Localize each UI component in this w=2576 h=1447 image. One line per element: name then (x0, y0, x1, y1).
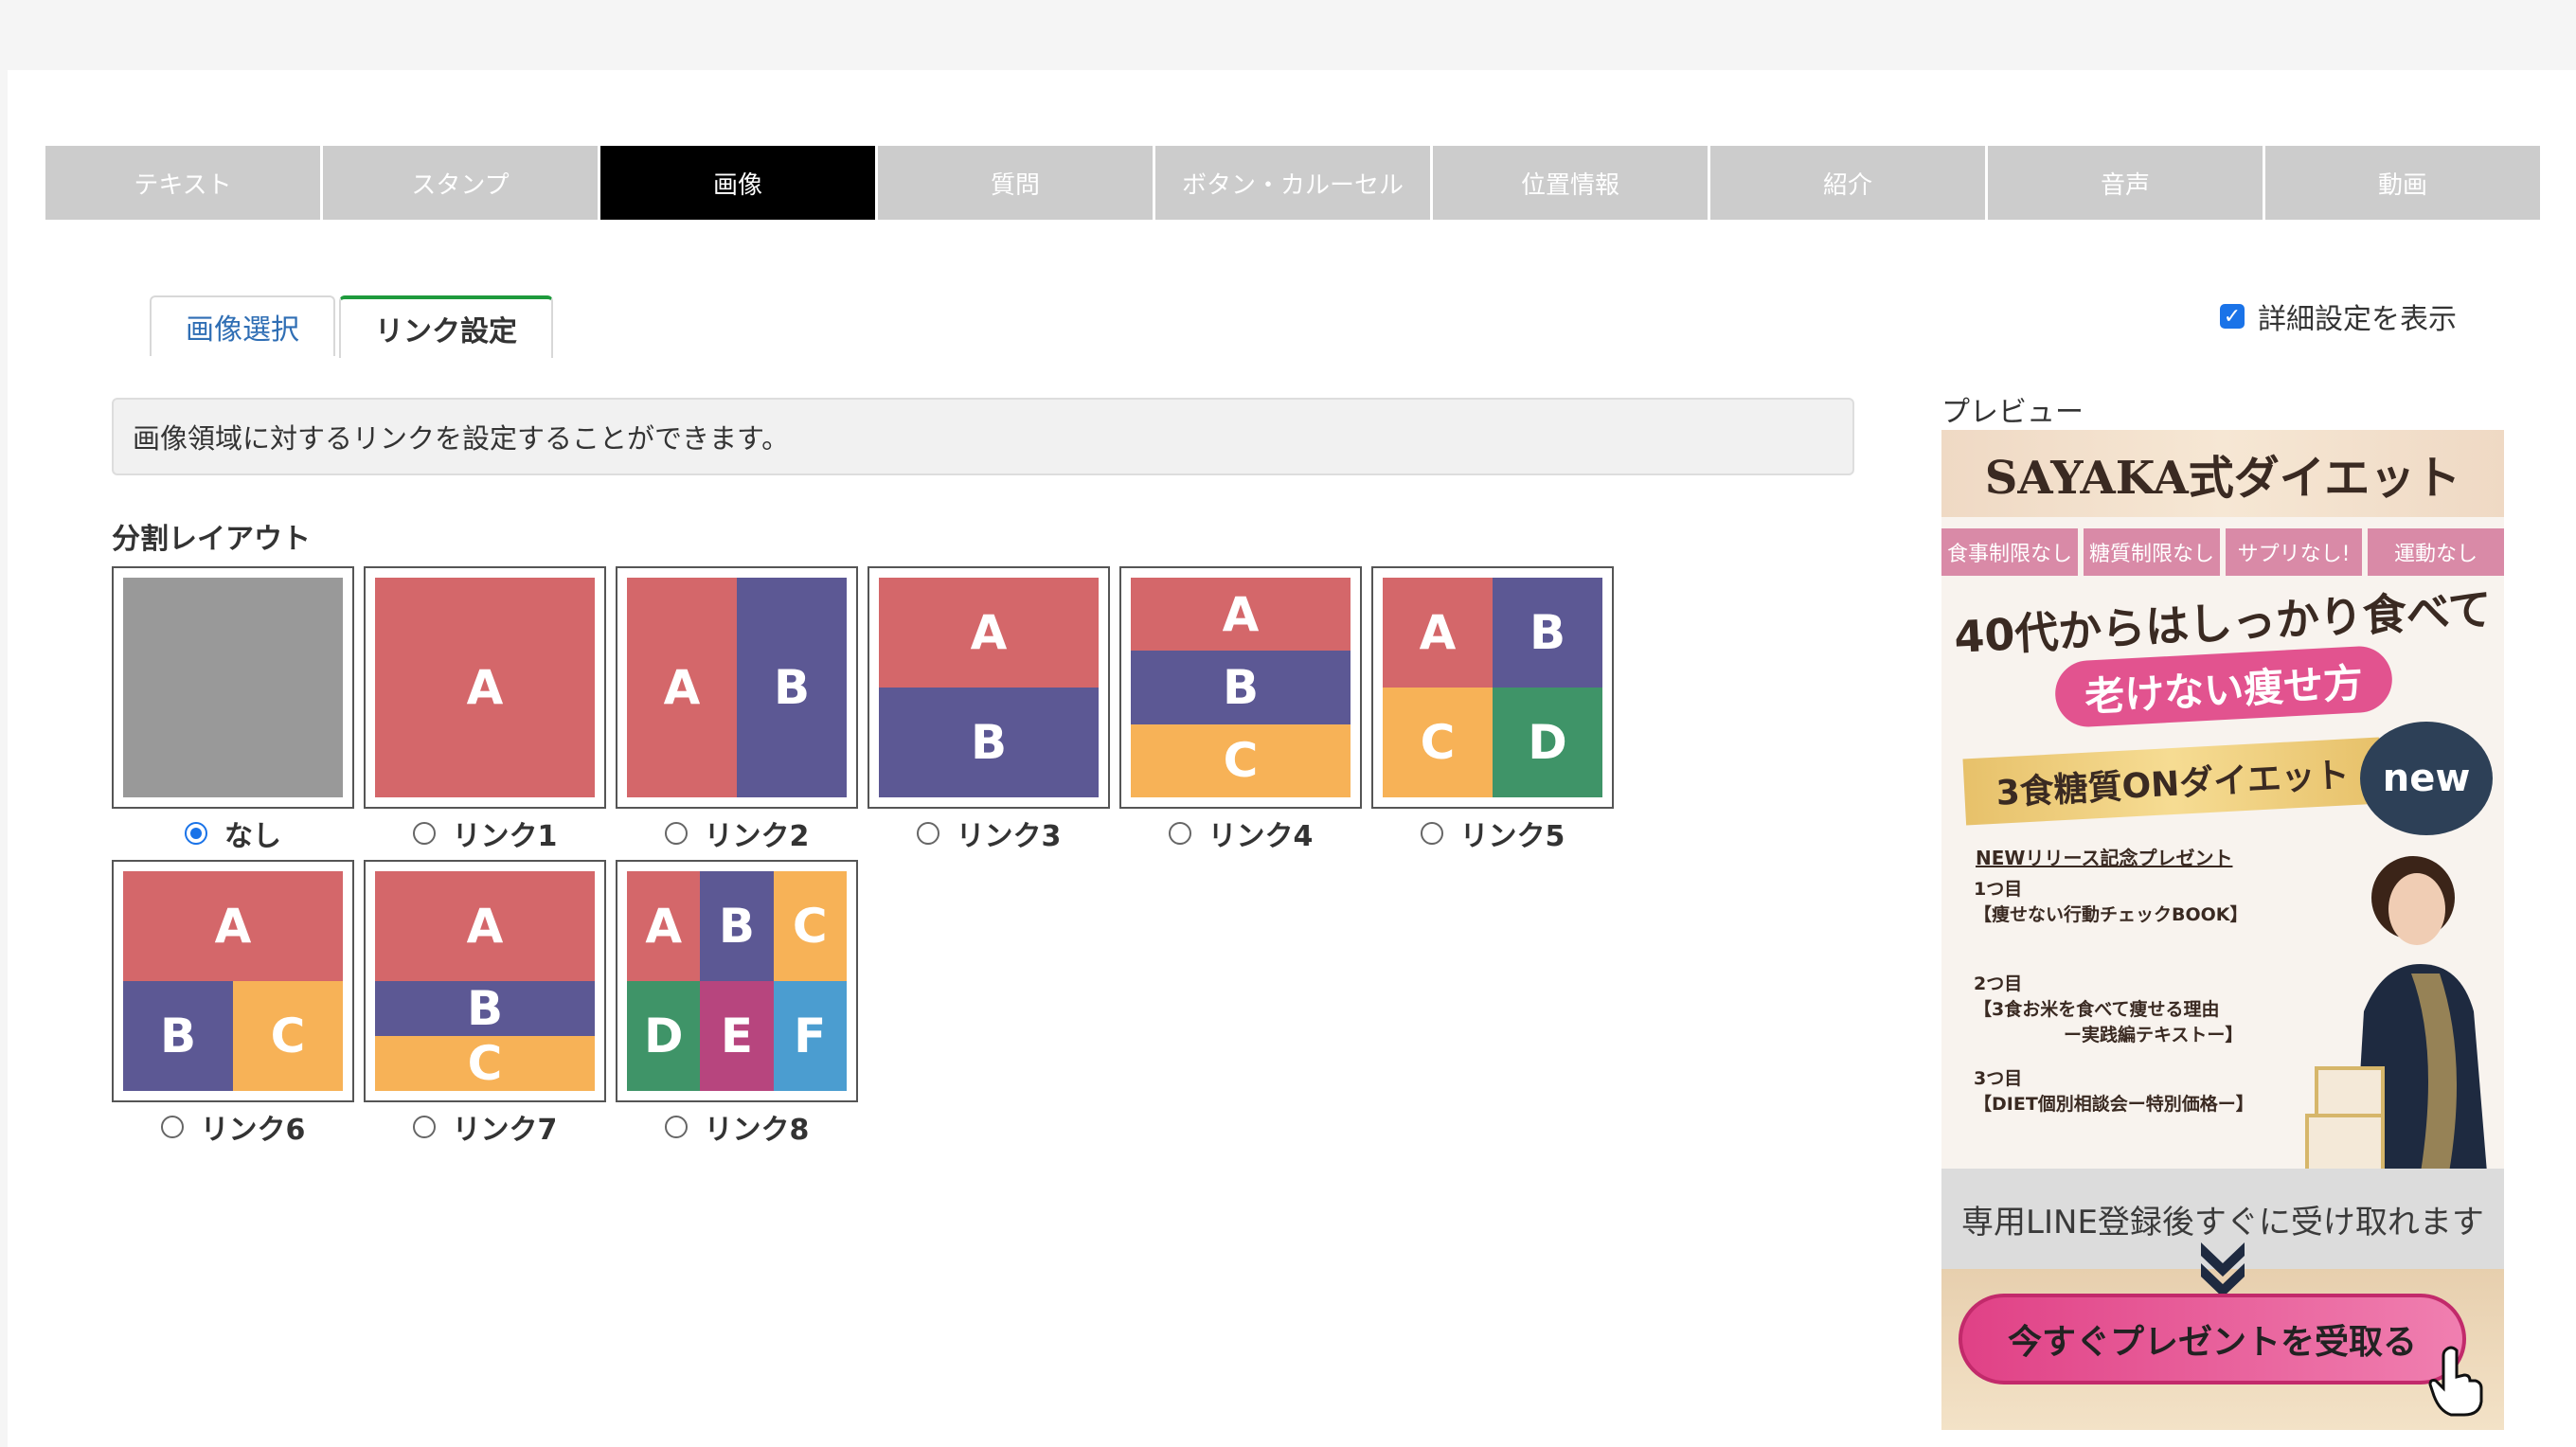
preview-tags: 食事制限なし 糖質制限なし サプリなし! 運動なし (1941, 528, 2504, 576)
tab-audio[interactable]: 音声 (1988, 146, 2263, 220)
layout-label: リンク8 (704, 1114, 810, 1147)
person-photo-icon (2305, 856, 2487, 1174)
detail-settings-label: 詳細設定を表示 (2258, 303, 2457, 336)
layout-label: なし (224, 820, 281, 853)
layout-radio[interactable] (664, 1116, 688, 1138)
layout-radio[interactable] (160, 1116, 184, 1138)
layout-cell: B (375, 981, 595, 1036)
layout-thumb[interactable]: A B C (112, 860, 354, 1102)
tab-introduction[interactable]: 紹介 (1710, 146, 1985, 220)
layout-cell (123, 578, 343, 797)
layout-cell: A (879, 578, 1099, 688)
tab-link-settings[interactable]: リンク設定 (339, 295, 553, 358)
layout-cell: A (627, 578, 737, 797)
preview-tag: サプリなし! (2226, 528, 2362, 576)
layout-radio[interactable] (664, 822, 688, 845)
layout-cell: B (123, 981, 233, 1091)
layout-radio[interactable] (1420, 822, 1443, 845)
layout-label: リンク6 (200, 1114, 306, 1147)
layout-cell: C (1383, 688, 1493, 797)
layout-cell: A (375, 871, 595, 981)
layout-label: リンク4 (1208, 820, 1314, 853)
layout-option-link3[interactable]: A B リンク3 (868, 566, 1110, 853)
preview-new-badge: new (2360, 722, 2493, 835)
preview-title: SAYAKA式ダイエット (1941, 430, 2504, 517)
layout-thumb[interactable]: A B C D E F (616, 860, 858, 1102)
tab-location[interactable]: 位置情報 (1433, 146, 1708, 220)
layout-cell: C (375, 1036, 595, 1091)
preview-cta-button: 今すぐプレゼントを受取る (1959, 1294, 2466, 1384)
preview-banner: 3食糖質ONダイエット (1962, 737, 2383, 826)
tab-image[interactable]: 画像 (600, 146, 875, 220)
layout-thumb[interactable]: A B (868, 566, 1110, 809)
layout-thumb[interactable]: A (364, 566, 606, 809)
layout-option-link8[interactable]: A B C D E F リンク8 (616, 860, 858, 1147)
layout-label: リンク3 (956, 820, 1062, 853)
layout-cell: A (375, 578, 595, 797)
layout-cell: B (879, 688, 1099, 797)
preview-gift-item: 2つ目 【3食お米を食べて痩せる理由 ー実践編テキストー】 (1974, 974, 2244, 1045)
layout-thumb[interactable] (112, 566, 354, 809)
layout-cell: C (233, 981, 343, 1091)
layout-option-link4[interactable]: A B C リンク4 (1119, 566, 1362, 853)
double-chevron-down-icon (2201, 1242, 2245, 1297)
detail-settings-toggle[interactable]: ✓ 詳細設定を表示 (2220, 295, 2457, 337)
info-box: 画像領域に対するリンクを設定することができます。 (112, 398, 1854, 475)
layout-option-none[interactable]: なし (112, 566, 354, 853)
tab-question[interactable]: 質問 (878, 146, 1153, 220)
layout-thumb[interactable]: A B C (364, 860, 606, 1102)
preview-tag: 運動なし (2368, 528, 2504, 576)
layout-label: リンク5 (1459, 820, 1565, 853)
layout-cell: A (1383, 578, 1493, 688)
layout-thumb[interactable]: A B C (1119, 566, 1362, 809)
layout-radio[interactable] (185, 822, 207, 845)
layout-label: リンク7 (452, 1114, 558, 1147)
split-layout-label: 分割レイアウト (112, 523, 311, 556)
layout-cell: A (1131, 578, 1351, 652)
preview-gift-heading: NEWリリース記念プレゼント (1976, 847, 2233, 869)
tab-stamp[interactable]: スタンプ (323, 146, 598, 220)
layout-cell: A (627, 871, 701, 981)
preview-label: プレビュー (1941, 396, 2084, 429)
tab-image-select[interactable]: 画像選択 (150, 295, 335, 356)
layout-radio[interactable] (916, 822, 939, 845)
layout-radio[interactable] (412, 1116, 436, 1138)
tab-video[interactable]: 動画 (2265, 146, 2540, 220)
layout-option-link5[interactable]: A B C D リンク5 (1371, 566, 1614, 853)
message-type-tabs: テキスト スタンプ 画像 質問 ボタン・カルーセル 位置情報 紹介 音声 動画 (45, 146, 2540, 220)
layout-cell: D (1493, 688, 1602, 797)
preview-gift-item: 1つ目 【痩せない行動チェックBOOK】 (1974, 879, 2248, 925)
preview-tag: 糖質制限なし (2084, 528, 2220, 576)
layout-radio[interactable] (412, 822, 436, 845)
layout-cell: A (123, 871, 343, 981)
tab-text[interactable]: テキスト (45, 146, 320, 220)
layout-label: リンク1 (452, 820, 558, 853)
pointer-hand-icon (2428, 1346, 2483, 1417)
layout-cell: B (1493, 578, 1602, 688)
layout-cell: E (700, 981, 774, 1091)
layout-radio[interactable] (1168, 822, 1191, 845)
layout-cell: B (1131, 651, 1351, 724)
layout-option-link2[interactable]: A B リンク2 (616, 566, 858, 853)
tab-button-carousel[interactable]: ボタン・カルーセル (1155, 146, 1430, 220)
layout-cell: F (773, 981, 847, 1091)
preview-gift-item: 3つ目 【DIET個別相談会ー特別価格ー】 (1974, 1068, 2254, 1115)
layout-cell: C (773, 871, 847, 981)
layout-option-link7[interactable]: A B C リンク7 (364, 860, 606, 1147)
image-sub-tabs: 画像選択 リンク設定 (150, 295, 557, 358)
layout-cell: B (737, 578, 847, 797)
layout-option-link6[interactable]: A B C リンク6 (112, 860, 354, 1147)
info-text: 画像領域に対するリンクを設定することができます。 (133, 422, 790, 455)
layout-cell: B (700, 871, 774, 981)
layout-thumb[interactable]: A B (616, 566, 858, 809)
preview-tag: 食事制限なし (1941, 528, 2078, 576)
preview-headline: 40代からはしっかり食べて (1953, 583, 2494, 663)
layout-thumb[interactable]: A B C D (1371, 566, 1614, 809)
layout-option-link1[interactable]: A リンク1 (364, 566, 606, 853)
layout-cell: D (627, 981, 701, 1091)
layout-cell: C (1131, 724, 1351, 797)
layout-label: リンク2 (704, 820, 810, 853)
preview-image: SAYAKA式ダイエット 食事制限なし 糖質制限なし サプリなし! 運動なし 4… (1941, 430, 2504, 1430)
detail-settings-checkbox[interactable]: ✓ (2220, 304, 2245, 329)
